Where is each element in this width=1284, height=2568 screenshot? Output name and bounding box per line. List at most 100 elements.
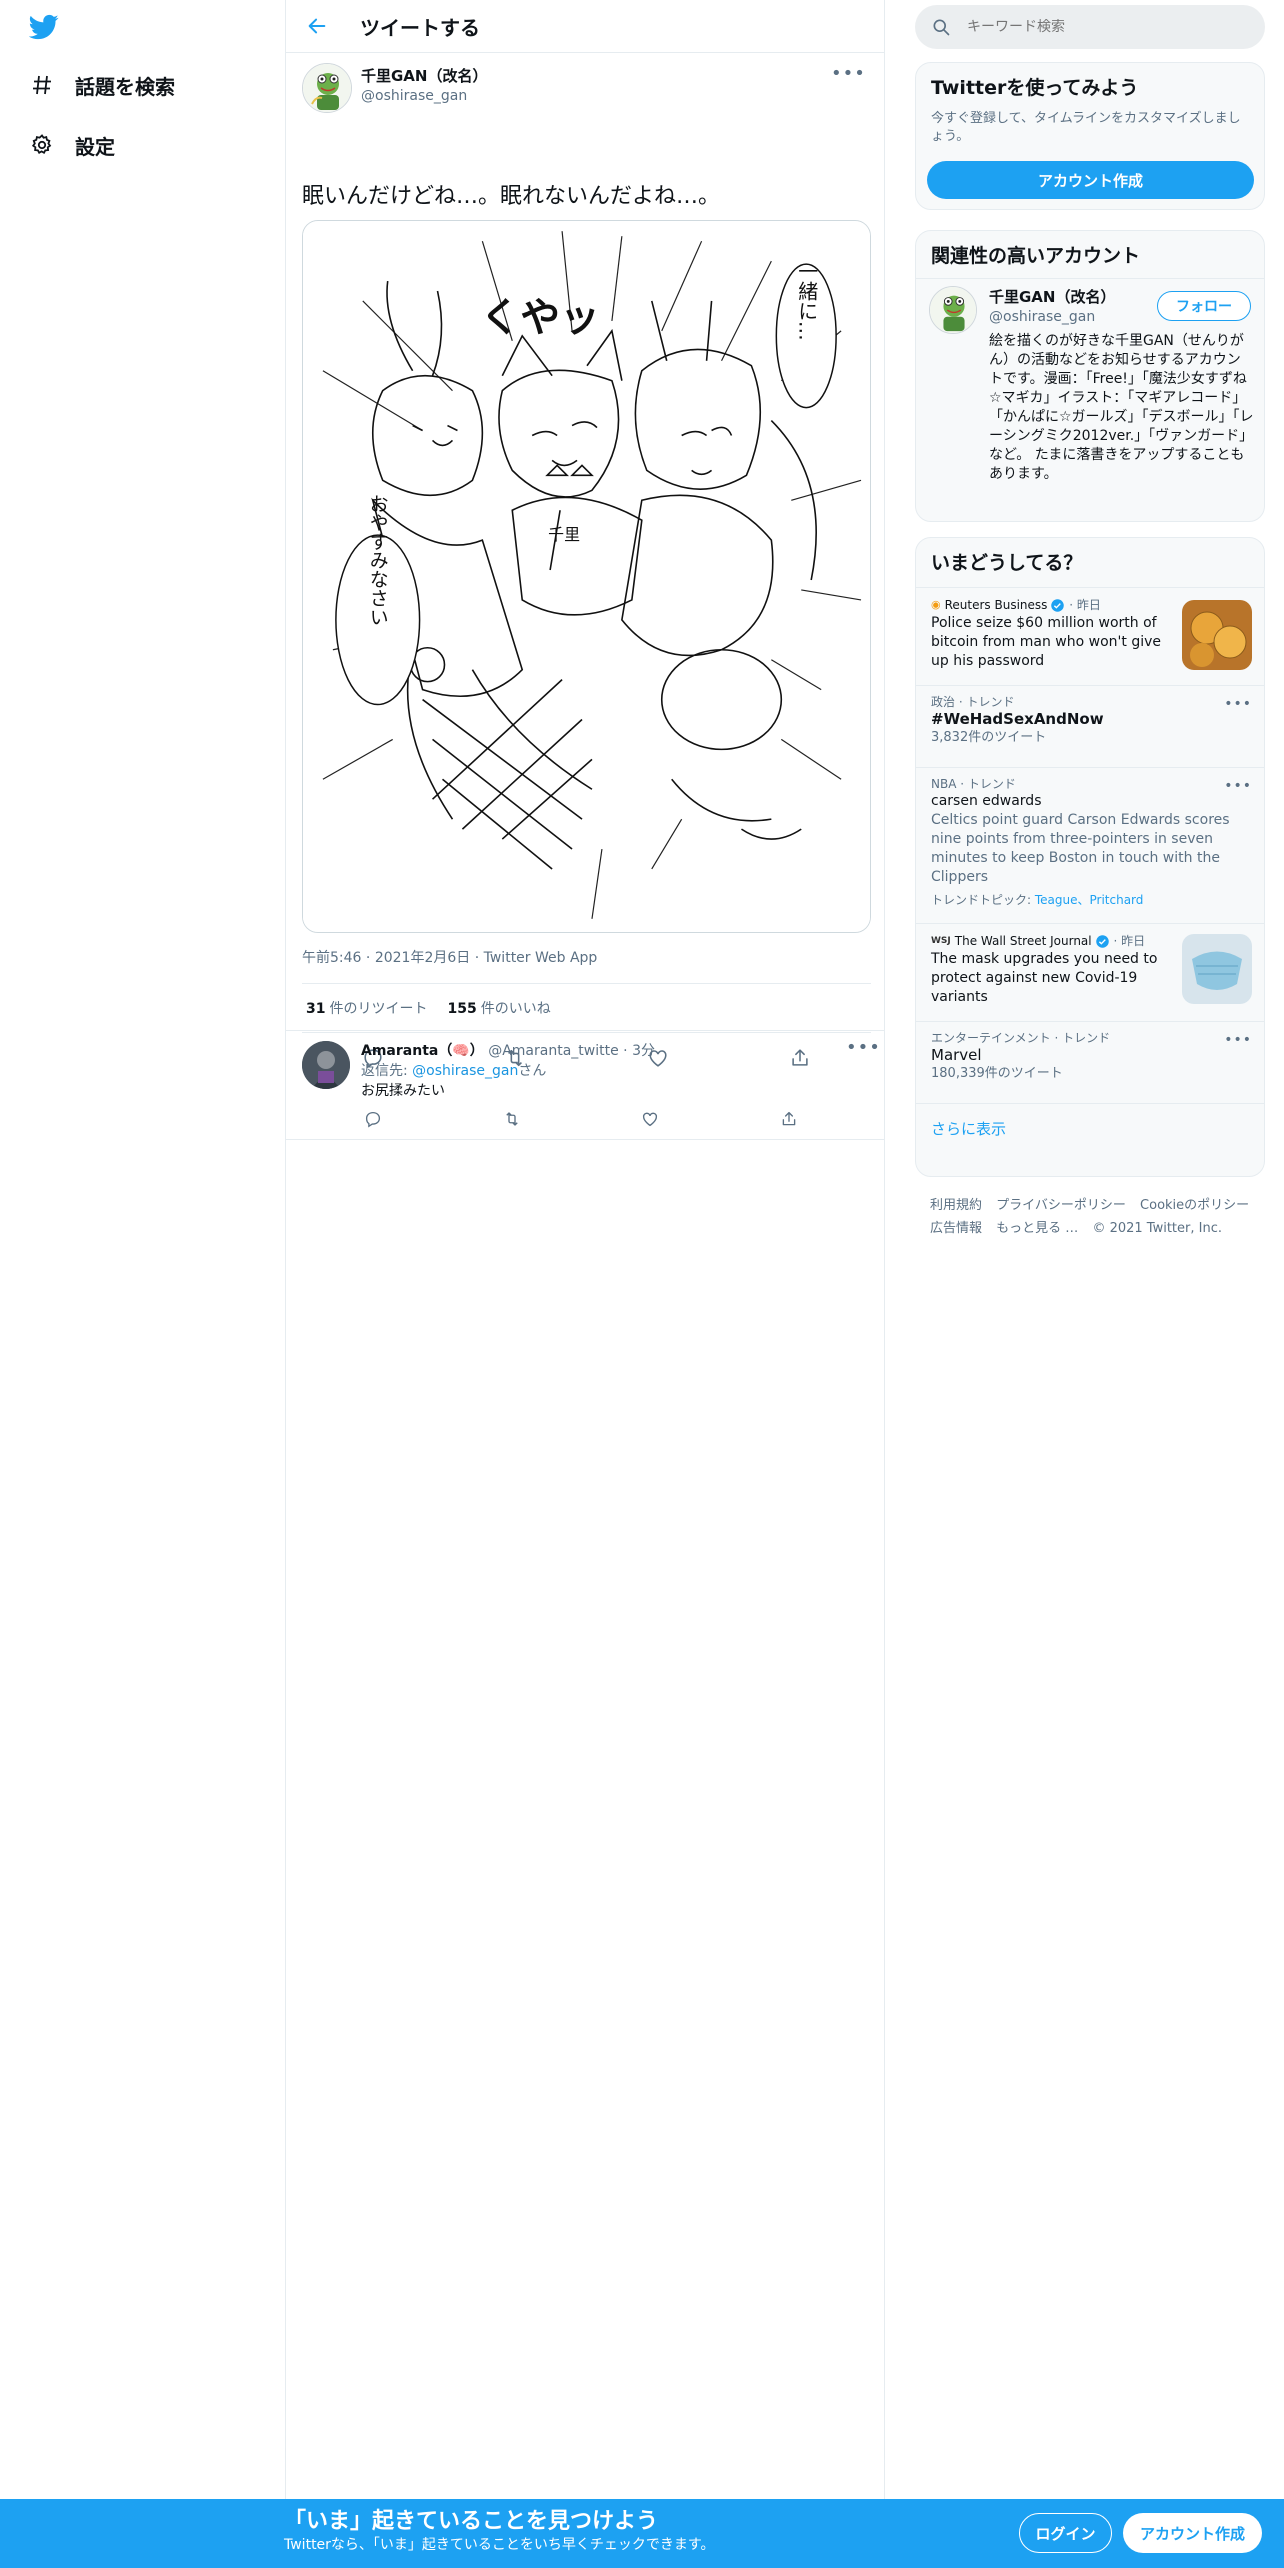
- news-item-wsj[interactable]: WSJ The Wall Street Journal · 昨日 The mas…: [916, 923, 1264, 1021]
- tweet-date[interactable]: 2021年2月6日: [361, 950, 470, 966]
- tweet-more-icon[interactable]: •••: [831, 65, 865, 87]
- create-account-button[interactable]: アカウント作成: [927, 161, 1254, 199]
- trend1-count: 3,832件のツイート: [931, 730, 1047, 745]
- twitter-logo-icon[interactable]: [29, 12, 63, 42]
- author-info[interactable]: 千里GAN（改名） @oshirase_gan: [361, 66, 487, 106]
- trend-item-3[interactable]: エンターテインメント · トレンド Marvel 180,339件のツイート •…: [916, 1021, 1264, 1103]
- trend2-desc: Celtics point guard Carson Edwards score…: [931, 812, 1230, 885]
- login-button[interactable]: ログイン: [1019, 2513, 1112, 2553]
- author-avatar[interactable]: [302, 63, 352, 113]
- trend2-title: carsen edwards: [931, 793, 1042, 809]
- trend-item-1[interactable]: 政治 · トレンド #WeHadSexAndNow 3,832件のツイート ••…: [916, 685, 1264, 767]
- footer-terms[interactable]: 利用規約: [930, 1198, 982, 1213]
- related-bio: 絵を描くのが好きな千里GAN（せんりがん）の活動などをお知らせするアカウントです…: [989, 333, 1254, 482]
- verified-badge-icon: [1051, 598, 1065, 612]
- reply-actions: [361, 1107, 801, 1131]
- trend1-more-icon[interactable]: •••: [1224, 696, 1252, 712]
- like-count[interactable]: 155 件のいいね: [447, 998, 550, 1018]
- hashtag-icon: [28, 71, 56, 99]
- related-title: 関連性の高いアカウント: [931, 245, 1141, 267]
- tweet-text: 眠いんだけどね…。眠れないんだよね…。: [302, 184, 721, 209]
- sketch-text-2: くやッ: [480, 295, 600, 341]
- reuters-logo-icon: ◉: [931, 598, 941, 611]
- reply-icon: [365, 1111, 381, 1128]
- reply-header: Amaranta（🧠） @Amaranta_twitte · 3分: [361, 1043, 655, 1059]
- nav-explore-label: 話題を検索: [75, 74, 175, 99]
- reply-retweet-button[interactable]: [500, 1107, 524, 1131]
- signup-card-desc: 今すぐ登録して、タイムラインをカスタマイズしましょう。: [931, 111, 1241, 144]
- wsj-logo-icon: WSJ: [931, 936, 951, 946]
- trends-card: いまどうしてる？ ◉ Reuters Business · 昨日 Police …: [915, 537, 1265, 1177]
- reply-time[interactable]: 3分: [632, 1043, 655, 1059]
- trend3-title: Marvel: [931, 1046, 982, 1064]
- reply-reply-button[interactable]: [361, 1107, 385, 1131]
- nav-settings-label: 設定: [75, 134, 115, 159]
- footer-links: 利用規約 プライバシーポリシー Cookieのポリシー 広告情報 もっと見る ……: [930, 1194, 1260, 1240]
- nav-settings[interactable]: 設定: [28, 125, 115, 165]
- nav-explore[interactable]: 話題を検索: [28, 65, 175, 105]
- left-sidebar: 話題を検索 設定: [0, 0, 285, 2500]
- bottom-bar-title: 「いま」起きていることを見つけよう: [284, 2509, 659, 2534]
- news1-thumbnail: [1182, 600, 1252, 670]
- trend-item-2[interactable]: NBA · トレンド carsen edwards Celtics point …: [916, 767, 1264, 923]
- reply-text: お尻揉みたい: [361, 1083, 445, 1099]
- news-item-reuters[interactable]: ◉ Reuters Business · 昨日 Police seize $60…: [916, 587, 1264, 685]
- reply-like-button[interactable]: [638, 1107, 662, 1131]
- reply-tweet[interactable]: Amaranta（🧠） @Amaranta_twitte · 3分 ••• 返信…: [286, 1030, 884, 1140]
- trend3-more-icon[interactable]: •••: [1224, 1032, 1252, 1048]
- trend2-more-icon[interactable]: •••: [1224, 778, 1252, 794]
- page-title: ツイートする: [360, 15, 480, 40]
- retweet-icon: [505, 1112, 518, 1126]
- sketch-text-1: 一緒に…: [795, 261, 818, 341]
- sketch-text-4: 千里: [548, 525, 580, 544]
- trend2-topics: トレンドトピック: Teague、Pritchard: [931, 893, 1144, 907]
- tweet-meta: 午前5:462021年2月6日Twitter Web App: [302, 947, 597, 967]
- related-name[interactable]: 千里GAN（改名）: [989, 287, 1115, 307]
- bottom-bar-subtitle: Twitterなら、「いま」起きていることをいち早くチェックできます。: [284, 2537, 715, 2553]
- follow-button[interactable]: フォロー: [1157, 291, 1251, 321]
- footer-copyright: © 2021 Twitter, Inc.: [1092, 1221, 1222, 1236]
- trend3-context: エンターテインメント · トレンド: [931, 1031, 1111, 1045]
- trends-title: いまどうしてる？: [931, 552, 1083, 574]
- main-column: ツイートする 千里GAN（改名） @oshirase_gan ••• 眠いんだけ…: [285, 0, 885, 2500]
- sketch-text-3: おやすみなさい: [367, 494, 389, 627]
- verified-badge-icon: [1095, 934, 1109, 948]
- tweet-stats: 31 件のリツイート 155 件のいいね: [302, 983, 871, 1033]
- trend1-title: #WeHadSexAndNow: [931, 710, 1104, 728]
- login-prompt-bar: 「いま」起きていることを見つけよう Twitterなら、「いま」起きていることを…: [0, 2499, 1284, 2568]
- search-bar[interactable]: [915, 5, 1265, 49]
- footer-ads[interactable]: 広告情報: [930, 1221, 982, 1236]
- reply-mention-link[interactable]: @oshirase_gan: [412, 1063, 518, 1079]
- trend2-context: NBA · トレンド: [931, 777, 1016, 791]
- related-handle[interactable]: @oshirase_gan: [989, 307, 1095, 327]
- related-accounts-card: 関連性の高いアカウント 千里GAN（改名） @oshirase_gan フォロー…: [915, 230, 1265, 522]
- tweet-time[interactable]: 午前5:46: [302, 950, 361, 966]
- trend3-count: 180,339件のツイート: [931, 1066, 1063, 1081]
- trend1-context: 政治 · トレンド: [931, 695, 1015, 709]
- reply-author-handle[interactable]: @Amaranta_twitte: [488, 1043, 619, 1059]
- author-handle: @oshirase_gan: [361, 88, 468, 104]
- retweet-count[interactable]: 31 件のリツイート: [306, 998, 427, 1018]
- reply-to: 返信先: @oshirase_ganさん: [361, 1063, 547, 1079]
- footer-more[interactable]: もっと見る …: [996, 1221, 1078, 1236]
- signup-button[interactable]: アカウント作成: [1123, 2513, 1262, 2553]
- back-button[interactable]: [300, 9, 334, 43]
- author-name: 千里GAN（改名）: [361, 67, 488, 85]
- back-arrow-icon: [308, 18, 326, 34]
- reply-share-button[interactable]: [777, 1107, 801, 1131]
- search-input[interactable]: [967, 19, 1227, 35]
- show-more-link[interactable]: さらに表示: [916, 1103, 1264, 1153]
- search-icon: [933, 19, 950, 36]
- news2-thumbnail: [1182, 934, 1252, 1004]
- reply-avatar[interactable]: [302, 1041, 350, 1089]
- footer-cookie[interactable]: Cookieのポリシー: [1140, 1198, 1249, 1213]
- reply-more-icon[interactable]: •••: [846, 1039, 880, 1061]
- reply-author-name[interactable]: Amaranta（🧠）: [361, 1043, 484, 1059]
- news2-title: The mask upgrades you need to protect ag…: [931, 951, 1158, 1005]
- footer-privacy[interactable]: プライバシーポリシー: [996, 1198, 1126, 1213]
- news1-title: Police seize $60 million worth of bitcoi…: [931, 615, 1162, 669]
- tweet-image[interactable]: 一緒に… くやッ おやすみなさい 千里: [302, 220, 871, 933]
- signup-card: Twitterを使ってみよう 今すぐ登録して、タイムラインをカスタマイズしましょ…: [915, 62, 1265, 210]
- tweet-source[interactable]: Twitter Web App: [470, 950, 597, 966]
- related-avatar[interactable]: [929, 286, 977, 334]
